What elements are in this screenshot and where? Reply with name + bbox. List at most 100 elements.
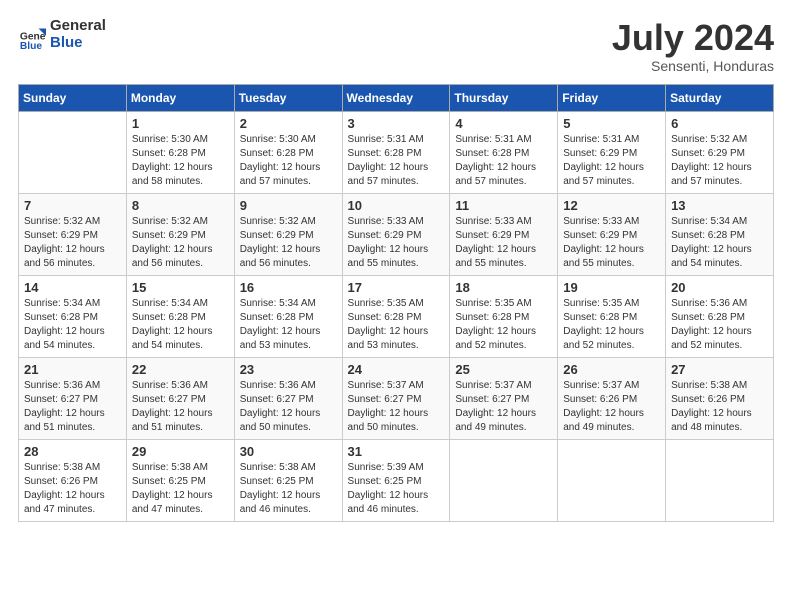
day-info: Sunrise: 5:33 AM Sunset: 6:29 PM Dayligh… (348, 215, 445, 271)
day-info: Sunrise: 5:32 AM Sunset: 6:29 PM Dayligh… (24, 215, 121, 271)
day-number: 9 (240, 198, 337, 213)
calendar-cell: 26 Sunrise: 5:37 AM Sunset: 6:26 PM Dayli… (558, 357, 666, 439)
calendar-body: 1 Sunrise: 5:30 AM Sunset: 6:28 PM Daylig… (19, 111, 774, 521)
day-number: 11 (455, 198, 552, 213)
header-day-tuesday: Tuesday (234, 84, 342, 111)
day-number: 20 (671, 280, 768, 295)
title-block: July 2024 Sensenti, Honduras (612, 18, 774, 74)
day-info: Sunrise: 5:38 AM Sunset: 6:25 PM Dayligh… (132, 461, 229, 517)
day-number: 21 (24, 362, 121, 377)
calendar-cell: 19 Sunrise: 5:35 AM Sunset: 6:28 PM Dayli… (558, 275, 666, 357)
month-title: July 2024 (612, 18, 774, 58)
calendar-cell: 11 Sunrise: 5:33 AM Sunset: 6:29 PM Dayli… (450, 193, 558, 275)
calendar-cell: 25 Sunrise: 5:37 AM Sunset: 6:27 PM Dayli… (450, 357, 558, 439)
header-row: SundayMondayTuesdayWednesdayThursdayFrid… (19, 84, 774, 111)
calendar-cell: 1 Sunrise: 5:30 AM Sunset: 6:28 PM Daylig… (126, 111, 234, 193)
day-number: 31 (348, 444, 445, 459)
calendar-cell: 13 Sunrise: 5:34 AM Sunset: 6:28 PM Dayli… (666, 193, 774, 275)
header-day-friday: Friday (558, 84, 666, 111)
header-day-monday: Monday (126, 84, 234, 111)
day-info: Sunrise: 5:31 AM Sunset: 6:28 PM Dayligh… (348, 133, 445, 189)
calendar-cell: 14Sunrise: 5:34 AM Sunset: 6:28 PM Dayli… (19, 275, 127, 357)
calendar-cell (450, 439, 558, 521)
day-number: 18 (455, 280, 552, 295)
day-info: Sunrise: 5:34 AM Sunset: 6:28 PM Dayligh… (240, 297, 337, 353)
header-day-wednesday: Wednesday (342, 84, 450, 111)
day-number: 25 (455, 362, 552, 377)
week-row-1: 7 Sunrise: 5:32 AM Sunset: 6:29 PM Daylig… (19, 193, 774, 275)
day-info: Sunrise: 5:37 AM Sunset: 6:27 PM Dayligh… (455, 379, 552, 435)
logo: General Blue General Blue (18, 18, 106, 51)
day-info: Sunrise: 5:39 AM Sunset: 6:25 PM Dayligh… (348, 461, 445, 517)
day-number: 4 (455, 116, 552, 131)
calendar-page: General Blue General Blue July 2024 Sens… (0, 0, 792, 612)
day-number: 13 (671, 198, 768, 213)
day-info: Sunrise: 5:34 AM Sunset: 6:28 PM Dayligh… (132, 297, 229, 353)
svg-text:Blue: Blue (20, 41, 43, 49)
day-info: Sunrise: 5:30 AM Sunset: 6:28 PM Dayligh… (132, 133, 229, 189)
day-info: Sunrise: 5:32 AM Sunset: 6:29 PM Dayligh… (240, 215, 337, 271)
calendar-cell: 12Sunrise: 5:33 AM Sunset: 6:29 PM Dayli… (558, 193, 666, 275)
day-number: 7 (24, 198, 121, 213)
day-info: Sunrise: 5:35 AM Sunset: 6:28 PM Dayligh… (455, 297, 552, 353)
day-number: 19 (563, 280, 660, 295)
calendar-cell: 29 Sunrise: 5:38 AM Sunset: 6:25 PM Dayli… (126, 439, 234, 521)
calendar-cell: 31 Sunrise: 5:39 AM Sunset: 6:25 PM Dayli… (342, 439, 450, 521)
day-info: Sunrise: 5:37 AM Sunset: 6:27 PM Dayligh… (348, 379, 445, 435)
day-info: Sunrise: 5:32 AM Sunset: 6:29 PM Dayligh… (132, 215, 229, 271)
calendar-cell: 4 Sunrise: 5:31 AM Sunset: 6:28 PM Daylig… (450, 111, 558, 193)
week-row-2: 14Sunrise: 5:34 AM Sunset: 6:28 PM Dayli… (19, 275, 774, 357)
week-row-0: 1 Sunrise: 5:30 AM Sunset: 6:28 PM Daylig… (19, 111, 774, 193)
calendar-cell: 22Sunrise: 5:36 AM Sunset: 6:27 PM Dayli… (126, 357, 234, 439)
logo-text: General Blue (50, 18, 106, 51)
day-number: 27 (671, 362, 768, 377)
calendar-cell: 8 Sunrise: 5:32 AM Sunset: 6:29 PM Daylig… (126, 193, 234, 275)
calendar-cell: 15 Sunrise: 5:34 AM Sunset: 6:28 PM Dayli… (126, 275, 234, 357)
day-info: Sunrise: 5:37 AM Sunset: 6:26 PM Dayligh… (563, 379, 660, 435)
day-number: 16 (240, 280, 337, 295)
day-number: 28 (24, 444, 121, 459)
day-info: Sunrise: 5:38 AM Sunset: 6:26 PM Dayligh… (24, 461, 121, 517)
day-number: 15 (132, 280, 229, 295)
page-header: General Blue General Blue July 2024 Sens… (18, 18, 774, 74)
calendar-cell: 3Sunrise: 5:31 AM Sunset: 6:28 PM Daylig… (342, 111, 450, 193)
location-subtitle: Sensenti, Honduras (612, 58, 774, 74)
day-info: Sunrise: 5:36 AM Sunset: 6:27 PM Dayligh… (132, 379, 229, 435)
day-number: 2 (240, 116, 337, 131)
day-info: Sunrise: 5:32 AM Sunset: 6:29 PM Dayligh… (671, 133, 768, 189)
day-info: Sunrise: 5:35 AM Sunset: 6:28 PM Dayligh… (563, 297, 660, 353)
calendar-cell (558, 439, 666, 521)
day-number: 29 (132, 444, 229, 459)
day-number: 6 (671, 116, 768, 131)
day-info: Sunrise: 5:31 AM Sunset: 6:28 PM Dayligh… (455, 133, 552, 189)
calendar-cell: 2 Sunrise: 5:30 AM Sunset: 6:28 PM Daylig… (234, 111, 342, 193)
calendar-cell: 27Sunrise: 5:38 AM Sunset: 6:26 PM Dayli… (666, 357, 774, 439)
day-info: Sunrise: 5:30 AM Sunset: 6:28 PM Dayligh… (240, 133, 337, 189)
calendar-cell: 24 Sunrise: 5:37 AM Sunset: 6:27 PM Dayli… (342, 357, 450, 439)
day-info: Sunrise: 5:35 AM Sunset: 6:28 PM Dayligh… (348, 297, 445, 353)
calendar-cell: 21 Sunrise: 5:36 AM Sunset: 6:27 PM Dayli… (19, 357, 127, 439)
day-number: 24 (348, 362, 445, 377)
day-number: 23 (240, 362, 337, 377)
day-info: Sunrise: 5:36 AM Sunset: 6:28 PM Dayligh… (671, 297, 768, 353)
day-info: Sunrise: 5:36 AM Sunset: 6:27 PM Dayligh… (24, 379, 121, 435)
day-info: Sunrise: 5:38 AM Sunset: 6:25 PM Dayligh… (240, 461, 337, 517)
calendar-cell (19, 111, 127, 193)
logo-icon: General Blue (18, 21, 46, 49)
calendar-cell: 17Sunrise: 5:35 AM Sunset: 6:28 PM Dayli… (342, 275, 450, 357)
day-info: Sunrise: 5:33 AM Sunset: 6:29 PM Dayligh… (455, 215, 552, 271)
calendar-cell: 9 Sunrise: 5:32 AM Sunset: 6:29 PM Daylig… (234, 193, 342, 275)
day-number: 1 (132, 116, 229, 131)
day-info: Sunrise: 5:31 AM Sunset: 6:29 PM Dayligh… (563, 133, 660, 189)
day-number: 10 (348, 198, 445, 213)
day-number: 30 (240, 444, 337, 459)
day-number: 26 (563, 362, 660, 377)
day-number: 8 (132, 198, 229, 213)
calendar-cell: 5Sunrise: 5:31 AM Sunset: 6:29 PM Daylig… (558, 111, 666, 193)
day-info: Sunrise: 5:34 AM Sunset: 6:28 PM Dayligh… (671, 215, 768, 271)
calendar-cell: 16 Sunrise: 5:34 AM Sunset: 6:28 PM Dayli… (234, 275, 342, 357)
week-row-4: 28 Sunrise: 5:38 AM Sunset: 6:26 PM Dayli… (19, 439, 774, 521)
calendar-cell (666, 439, 774, 521)
calendar-cell: 18 Sunrise: 5:35 AM Sunset: 6:28 PM Dayli… (450, 275, 558, 357)
calendar-cell: 23Sunrise: 5:36 AM Sunset: 6:27 PM Dayli… (234, 357, 342, 439)
